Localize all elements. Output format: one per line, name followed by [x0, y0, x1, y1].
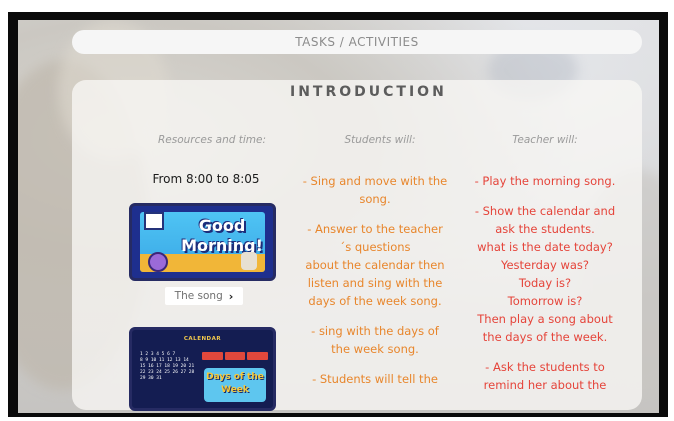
tasks-activities-header: TASKS / ACTIVITIES	[72, 30, 642, 54]
good-morning-video-thumbnail[interactable]: Good Morning!	[129, 203, 276, 281]
calendar-tabs	[202, 352, 269, 360]
character-icon	[241, 252, 257, 270]
calendar-grid: 1 2 3 4 5 6 7 8 9 10 11 12 13 14 15 16 1…	[140, 352, 195, 381]
thumbnail-title-line2: Morning!	[181, 236, 263, 255]
students-column: - Sing and move with the song. - Answer …	[302, 172, 448, 400]
students-step-4: - Students will tell the	[312, 372, 438, 386]
teacher-column: - Play the morning song. - Show the cale…	[470, 172, 620, 406]
days-of-week-video-thumbnail[interactable]: CALENDAR 1 2 3 4 5 6 7 8 9 10 11 12 13 1…	[129, 327, 276, 411]
song-button-label: The song	[174, 290, 223, 302]
column-header-teacher: Teacher will:	[512, 134, 578, 146]
thumbnail-title-line1: Good	[198, 216, 246, 235]
teacher-step-3: - Ask the students to remind her about t…	[483, 360, 607, 392]
the-song-button[interactable]: The song ›	[165, 287, 243, 305]
column-header-students: Students will:	[344, 134, 416, 146]
calendar-icon	[144, 212, 164, 230]
clock-icon	[148, 252, 168, 272]
days-of-week-label: Days of the Week	[204, 368, 266, 402]
chevron-right-icon: ›	[228, 289, 234, 303]
students-step-2: - Answer to the teacher´s questions abou…	[305, 222, 445, 308]
section-title: INTRODUCTION	[290, 84, 447, 100]
teacher-step-2: - Show the calendar and ask the students…	[474, 204, 616, 344]
teacher-step-1: - Play the morning song.	[474, 174, 616, 188]
time-range: From 8:00 to 8:05	[152, 172, 260, 186]
students-step-1: - Sing and move with the song.	[302, 174, 448, 206]
students-step-3: - sing with the days of the week song.	[311, 324, 439, 356]
thumbnail-title: CALENDAR	[183, 336, 222, 342]
column-header-resources: Resources and time:	[157, 134, 266, 146]
